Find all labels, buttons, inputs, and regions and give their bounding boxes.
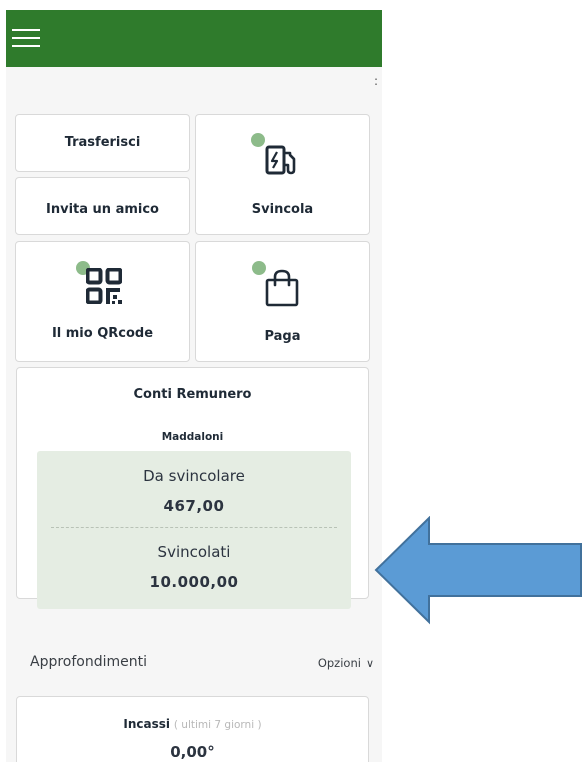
section-title: Approfondimenti <box>30 654 148 670</box>
svincola-button[interactable]: Svincola <box>195 114 370 235</box>
invita-amico-label: Invita un amico <box>46 202 159 217</box>
account-subtitle: Maddaloni <box>161 431 224 443</box>
qrcode-button[interactable]: Il mio QRcode <box>15 241 190 362</box>
incassi-heading: Incassi ( ultimi 7 giorni ) <box>17 717 368 731</box>
account-card[interactable]: Conti Remunero Maddaloni Da svincolare 4… <box>16 367 369 609</box>
pointer-arrow-icon <box>374 516 582 625</box>
more-options-button[interactable]: : <box>374 74 378 88</box>
account-title: Conti Remunero <box>133 387 252 402</box>
incassi-title: Incassi <box>123 717 171 731</box>
da-svincolare-value: 467,00 <box>163 497 225 515</box>
svincolati-label: Svincolati <box>157 543 231 561</box>
divider <box>51 527 337 528</box>
incassi-period: ( ultimi 7 giorni ) <box>173 719 262 731</box>
da-svincolare-label: Da svincolare <box>143 467 245 485</box>
section-header: Approfondimenti Opzioni ∨ <box>30 654 374 676</box>
paga-label: Paga <box>264 329 301 344</box>
options-label: Opzioni <box>317 656 361 670</box>
qr-code-icon <box>86 268 122 304</box>
chevron-down-icon: ∨ <box>365 657 374 670</box>
options-dropdown[interactable]: Opzioni ∨ <box>318 656 374 670</box>
fuel-pump-icon <box>265 145 296 175</box>
hamburger-menu-icon[interactable] <box>8 24 46 56</box>
notification-dot <box>251 133 265 147</box>
balance-summary: Da svincolare 467,00 Svincolati 10.000,0… <box>37 451 351 609</box>
top-app-bar <box>6 10 382 67</box>
svincolati-value: 10.000,00 <box>149 573 239 591</box>
incassi-card[interactable]: Incassi ( ultimi 7 giorni ) 0,00° <box>16 696 369 762</box>
qrcode-label: Il mio QRcode <box>51 326 154 341</box>
paga-button[interactable]: Paga <box>195 241 370 362</box>
app-screen: : Trasferisci Invita un amico Svincola I… <box>6 10 382 762</box>
shopping-bag-icon <box>265 269 299 307</box>
trasferisci-button[interactable]: Trasferisci <box>15 114 190 172</box>
svincola-label: Svincola <box>251 202 314 217</box>
incassi-value: 0,00° <box>170 743 215 761</box>
invita-amico-button[interactable]: Invita un amico <box>15 177 190 235</box>
trasferisci-label: Trasferisci <box>64 135 141 150</box>
